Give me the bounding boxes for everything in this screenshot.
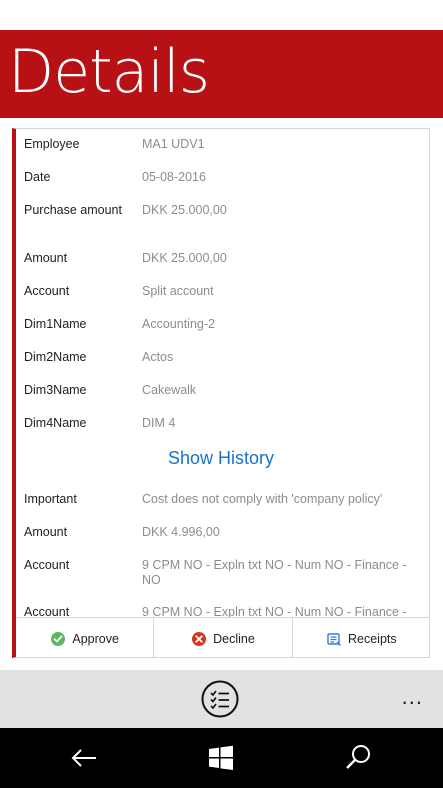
- system-nav-bar: [0, 728, 443, 788]
- detail-value: Accounting-2: [142, 317, 215, 331]
- show-history-link[interactable]: Show History: [16, 448, 426, 469]
- history-value: 9 CPM NO - Expln txt NO - Num NO - Finan…: [142, 558, 407, 587]
- detail-value: MA1 UDV1: [142, 137, 205, 151]
- detail-label: Date: [24, 170, 51, 184]
- history-label: Account: [24, 558, 70, 572]
- detail-value: DKK 25.000,00: [142, 203, 227, 217]
- page-header: Details: [0, 30, 443, 118]
- detail-value: Split account: [142, 284, 214, 298]
- detail-value: Cakewalk: [142, 383, 197, 397]
- detail-label: Account: [24, 284, 70, 298]
- detail-label: Amount: [24, 251, 68, 265]
- decline-label: Decline: [213, 631, 255, 646]
- history-label: Amount: [24, 525, 68, 539]
- receipts-label: Receipts: [348, 631, 397, 646]
- status-bar: [0, 0, 443, 30]
- back-arrow-icon[interactable]: [68, 742, 100, 774]
- details-panel[interactable]: Employee MA1 UDV1 Date 05-08-2016 Purcha…: [12, 128, 430, 658]
- history-value: Cost does not comply with 'company polic…: [142, 492, 383, 506]
- detail-label: Employee: [24, 137, 80, 151]
- receipts-button[interactable]: Receipts: [291, 618, 429, 657]
- more-options-button[interactable]: ...: [402, 684, 423, 710]
- detail-value: Actos: [142, 350, 174, 364]
- detail-value: DIM 4: [142, 416, 176, 430]
- history-label: Important: [24, 492, 77, 506]
- detail-value: DKK 25.000,00: [142, 251, 227, 265]
- app-bar: ...: [0, 670, 443, 728]
- history-value: DKK 4.996,00: [142, 525, 220, 539]
- decline-button[interactable]: Decline: [153, 618, 291, 657]
- detail-label: Dim2Name: [24, 350, 87, 364]
- page-title: Details: [8, 37, 210, 107]
- action-bar: Approve Decline Receipts: [16, 617, 429, 657]
- detail-value: 05-08-2016: [142, 170, 206, 184]
- approve-label: Approve: [72, 631, 119, 646]
- receipts-icon: [326, 631, 342, 647]
- approve-button[interactable]: Approve: [16, 618, 153, 657]
- detail-label: Purchase amount: [24, 203, 122, 217]
- windows-start-icon[interactable]: [205, 742, 237, 774]
- detail-label: Dim1Name: [24, 317, 87, 331]
- decline-x-icon: [191, 631, 207, 647]
- search-icon[interactable]: [342, 742, 374, 774]
- checklist-menu-icon[interactable]: [200, 679, 240, 719]
- approve-check-icon: [50, 631, 66, 647]
- detail-label: Dim4Name: [24, 416, 87, 430]
- detail-label: Dim3Name: [24, 383, 87, 397]
